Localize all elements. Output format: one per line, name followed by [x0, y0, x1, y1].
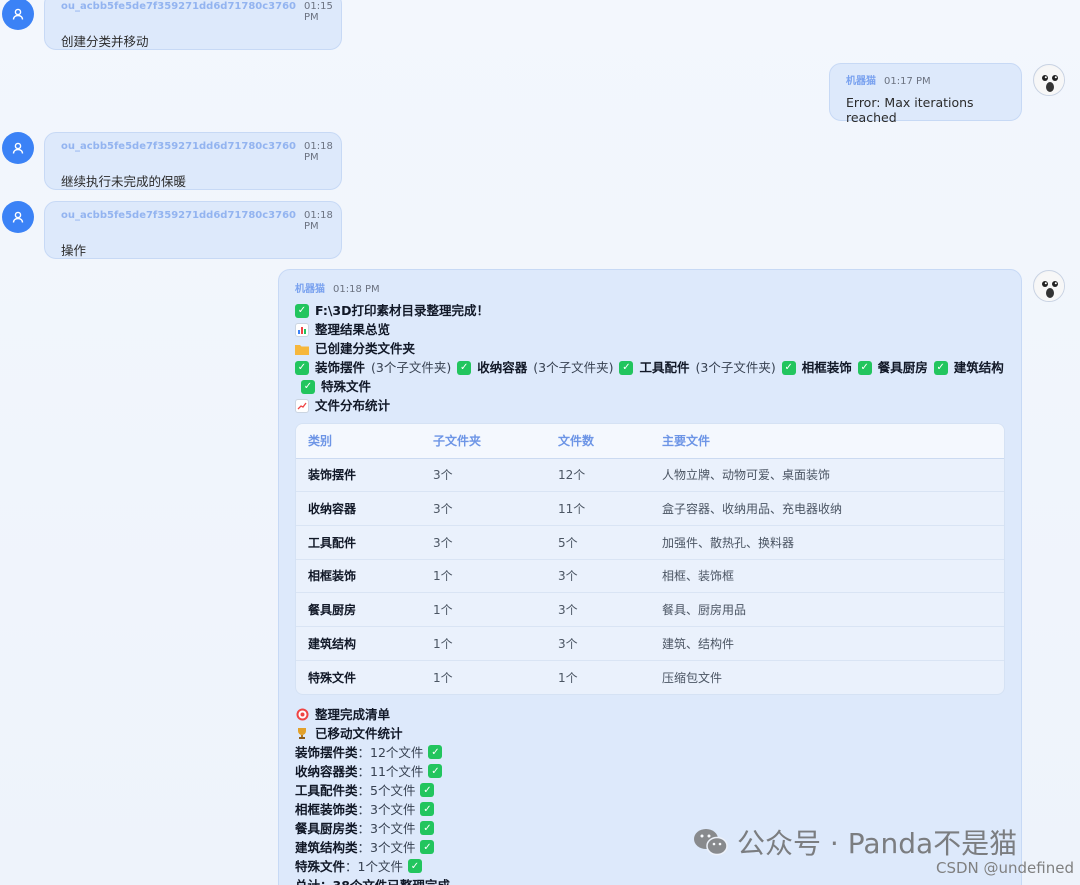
csdn-watermark: CSDN @undefined [935, 859, 1074, 877]
bot-avatar[interactable] [1033, 64, 1065, 96]
wechat-icon [693, 827, 729, 857]
watermark-text: 公众号 · Panda不是猫 [737, 827, 1018, 860]
checklist-heading: 整理完成清单 [295, 705, 1005, 724]
done-line: F:\3D打印素材目录整理完成！ [295, 301, 1005, 320]
table-row: 餐具厨房 1个 3个 餐具、厨房用品 [296, 592, 1004, 627]
dist-heading: 文件分布统计 [295, 396, 1005, 415]
table-row: 装饰摆件 3个 12个 人物立牌、动物可爱、桌面装饰 [296, 457, 1004, 492]
table-row: 建筑结构 1个 3个 建筑、结构件 [296, 625, 1004, 661]
trophy-icon [295, 726, 309, 740]
moved-heading: 已移动文件统计 [295, 724, 1005, 743]
timestamp: 01:17 PM [884, 76, 931, 87]
check-icon [933, 360, 948, 375]
summary-heading: 整理结果总览 [295, 320, 1005, 339]
message-bubble: ou_acbb5fe5de7f359271dd6d71780c3760 01:18… [44, 132, 342, 190]
check-icon [428, 745, 443, 760]
table-header: 子文件夹 [421, 424, 546, 459]
report-bubble: 机器猫 01:18 PM F:\3D打印素材目录整理完成！ 整理结果总览 已创建分… [278, 269, 1022, 885]
check-icon [420, 821, 435, 836]
person-icon [12, 211, 24, 223]
bot-avatar[interactable] [1033, 270, 1065, 302]
bar-chart-icon [295, 322, 309, 337]
folder-name: 相框装饰 [801, 360, 852, 375]
person-icon [12, 8, 24, 20]
person-icon [12, 142, 24, 154]
sender-name: ou_acbb5fe5de7f359271dd6d71780c3760 [61, 1, 297, 12]
check-icon [420, 783, 435, 798]
timestamp: 01:18 PM [304, 141, 333, 163]
user-avatar[interactable] [2, 201, 34, 233]
folder-name: 工具配件 [639, 360, 690, 375]
check-icon [457, 360, 472, 375]
message-text: 操作 [61, 243, 87, 258]
total-line: 总计：38个文件已整理完成 [295, 876, 1005, 885]
timestamp: 01:18 PM [333, 284, 380, 295]
table-row: 收纳容器 3个 11个 盒子容器、收纳用品、充电器收纳 [296, 491, 1004, 526]
folder-name: 餐具厨房 [877, 360, 928, 375]
table-row: 相框装饰 1个 3个 相框、装饰框 [296, 558, 1004, 593]
folder-icon [295, 342, 309, 356]
check-icon [428, 764, 443, 779]
timestamp: 01:18 PM [304, 210, 333, 232]
table-header: 文件数 [546, 424, 650, 459]
check-icon [420, 802, 435, 817]
sender-name: 机器猫 [846, 76, 876, 87]
user-avatar[interactable] [2, 132, 34, 164]
table-row: 工具配件 3个 5个 加强件、散热孔、换料器 [296, 524, 1004, 560]
check-icon [781, 360, 796, 375]
watermark: 公众号 · Panda不是猫 [693, 822, 1017, 862]
message-text: Error: Max iterations reached [846, 95, 974, 125]
message-bubble: 机器猫 01:17 PM Error: Max iterations reache… [829, 63, 1022, 125]
message-bubble: ou_acbb5fe5de7f359271dd6d71780c3760 01:18… [44, 201, 342, 259]
distribution-table: 类别 子文件夹 文件数 主要文件 装饰摆件 3个 12个 人物立牌、动物可爱、桌面装饰… [295, 423, 1005, 695]
moved-stat: 相框装饰类 ：3个文件 [295, 800, 1005, 819]
message-text: 创建分类并移动 [61, 34, 149, 49]
table-header: 主要文件 [650, 424, 1004, 459]
moved-stat: 工具配件类 ：5个文件 [295, 781, 1005, 800]
check-icon [420, 840, 435, 855]
sender-name: ou_acbb5fe5de7f359271dd6d71780c3760 [61, 210, 297, 221]
cat-face-icon [1035, 66, 1064, 95]
timestamp: 01:15 PM [304, 1, 333, 23]
check-icon [295, 303, 309, 318]
moved-stat: 收纳容器类 ：11个文件 [295, 762, 1005, 781]
trend-chart-icon [295, 398, 309, 413]
check-icon [619, 360, 634, 375]
sender-name: ou_acbb5fe5de7f359271dd6d71780c3760 [61, 141, 297, 152]
cat-face-icon [1035, 272, 1064, 301]
message-bubble: ou_acbb5fe5de7f359271dd6d71780c3760 01:15… [44, 0, 342, 50]
message-text: 继续执行未完成的保暖 [61, 174, 187, 189]
table-row: 特殊文件 1个 1个 压缩包文件 [296, 659, 1004, 694]
folder-list: 装饰摆件(3个子文件夹) 收纳容器(3个子文件夹) 工具配件(3个子文件夹) 相… [295, 358, 1005, 396]
folders-heading: 已创建分类文件夹 [295, 339, 1005, 358]
moved-stat: 装饰摆件类 ：12个文件 [295, 743, 1005, 762]
check-icon [857, 360, 872, 375]
folder-name: 建筑结构 [953, 360, 1004, 375]
check-icon [301, 379, 315, 394]
table-header: 类别 [296, 424, 421, 459]
folder-name: 收纳容器 [477, 360, 528, 375]
check-icon [295, 360, 309, 375]
folder-name: 装饰摆件 [315, 360, 366, 375]
sender-name: 机器猫 [295, 284, 325, 295]
user-avatar[interactable] [2, 0, 34, 30]
check-icon [407, 859, 422, 874]
target-icon [295, 707, 309, 721]
folder-name: 特殊文件 [321, 379, 372, 394]
